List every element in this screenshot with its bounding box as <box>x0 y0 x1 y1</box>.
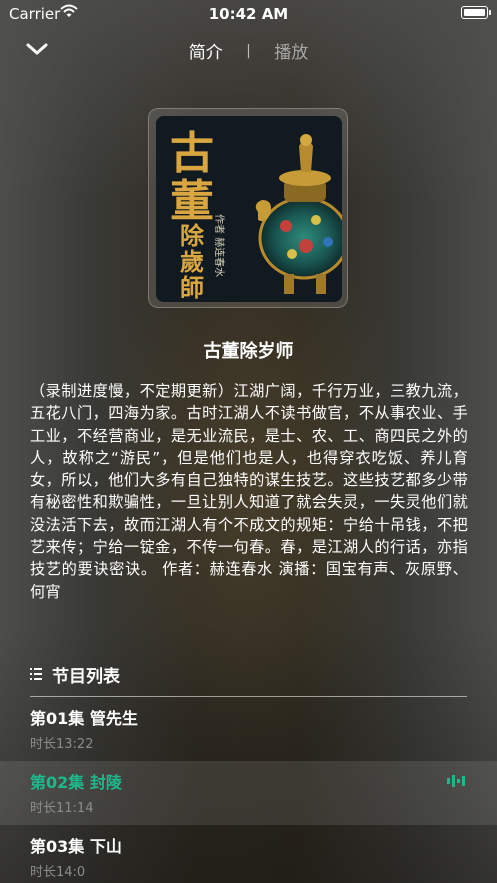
list-title: 节目列表 <box>52 667 120 687</box>
svg-text:除: 除 <box>180 221 205 250</box>
tab-play[interactable]: 播放 <box>274 38 308 63</box>
audio-wave-icon <box>447 773 467 787</box>
episode-title: 第01集 管先生 <box>30 709 138 728</box>
battery-icon <box>461 6 491 19</box>
album-cover: 古 董 除 歲 師 作者 赫连春水 <box>156 116 342 302</box>
episode-duration: 时长13:22 <box>30 737 94 752</box>
segment-divider: | <box>246 42 251 59</box>
episode-duration: 时长11:14 <box>30 801 94 816</box>
nav-bar: 简介 | 播放 <box>0 30 497 70</box>
svg-text:董: 董 <box>170 176 214 227</box>
tab-intro[interactable]: 简介 <box>189 38 223 63</box>
episode-row-2[interactable]: 第02集 封陵 时长11:14 <box>0 761 497 825</box>
episode-row-1[interactable]: 第01集 管先生 时长13:22 <box>0 697 497 761</box>
episode-row-3[interactable]: 第03集 下山 时长14:0 <box>0 825 497 883</box>
episode-title: 第03集 下山 <box>30 837 122 856</box>
episode-duration: 时长14:0 <box>30 865 86 880</box>
svg-text:作者 赫连春水: 作者 赫连春水 <box>213 214 226 277</box>
status-time: 10:42 AM <box>208 5 289 23</box>
status-bar: Carrier 10:42 AM <box>0 0 497 26</box>
svg-text:歲: 歲 <box>180 247 204 276</box>
episode-title: 第02集 封陵 <box>30 773 122 792</box>
album-title: 古董除岁师 <box>203 341 294 362</box>
album-description: （录制进度慢，不定期更新）江湖广阔，千行万业，三教九流，五花八门，四海为家。古时… <box>30 382 468 601</box>
list-header: 节目列表 <box>30 660 467 697</box>
svg-text:古: 古 <box>170 128 214 179</box>
segment-control: 简介 | 播放 <box>0 38 497 64</box>
svg-text:師: 師 <box>180 273 204 302</box>
list-icon <box>30 666 42 680</box>
